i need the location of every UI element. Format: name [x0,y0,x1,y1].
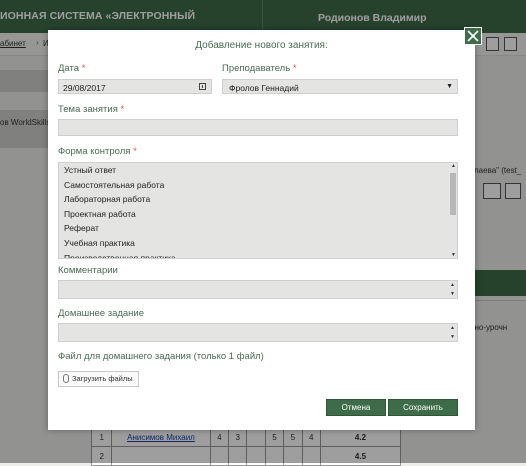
control-form-option[interactable]: Самостоятельная работа [64,180,164,190]
scroll-down-icon[interactable]: ▼ [450,291,455,297]
teacher-select[interactable]: Фролов Геннадий ▼ [222,79,458,94]
control-form-option[interactable]: Учебная практика [64,238,135,248]
control-form-option[interactable]: Производственная практика [64,253,176,258]
date-field[interactable]: 29/08/2017 [58,79,212,94]
scroll-up-icon[interactable]: ▲ [451,163,456,169]
homework-textarea[interactable]: ▲ ▼ [58,323,458,342]
control-form-option[interactable]: Реферат [64,223,99,233]
control-form-label: Форма контроля * [58,146,137,157]
date-value: 29/08/2017 [63,83,106,93]
control-form-option[interactable]: Устный ответ [64,165,116,175]
scroll-up-icon[interactable]: ▲ [450,325,455,331]
comments-textarea[interactable]: ▲ ▼ [58,280,458,299]
calendar-icon[interactable] [199,83,206,90]
control-form-list[interactable]: Устный ответ Самостоятельная работа Лабора… [58,162,458,259]
control-form-option[interactable]: Проектная работа [64,209,136,219]
cancel-button[interactable]: Отмена [326,399,386,416]
topic-input[interactable] [58,119,458,136]
save-button[interactable]: Сохранить [388,399,458,416]
list-scrollbar[interactable]: ▲ ▼ [450,163,457,258]
upload-files-button[interactable]: Загрузить файлы [58,371,139,387]
scroll-down-icon[interactable]: ▼ [451,252,456,258]
comments-label: Комментарии [58,265,118,276]
homework-file-label: Файл для домашнего задания (только 1 фай… [58,351,264,362]
control-form-option[interactable]: Лабораторная работа [64,194,150,204]
add-lesson-dialog: Добавление нового занятия: Дата * 29/08/… [48,27,482,430]
date-label: Дата * [58,63,86,74]
scroll-thumb[interactable] [450,173,456,215]
chevron-down-icon: ▼ [446,83,453,90]
close-button[interactable] [464,27,482,45]
scroll-up-icon[interactable]: ▲ [450,282,455,288]
dialog-title: Добавление нового занятия: [195,40,328,51]
close-icon [467,30,479,42]
paperclip-icon [63,374,69,383]
teacher-value: Фролов Геннадий [229,83,299,93]
scroll-down-icon[interactable]: ▼ [450,334,455,340]
homework-label: Домашнее задание [58,308,145,319]
teacher-label: Преподаватель * [222,63,297,74]
topic-label: Тема занятия * [58,104,125,115]
